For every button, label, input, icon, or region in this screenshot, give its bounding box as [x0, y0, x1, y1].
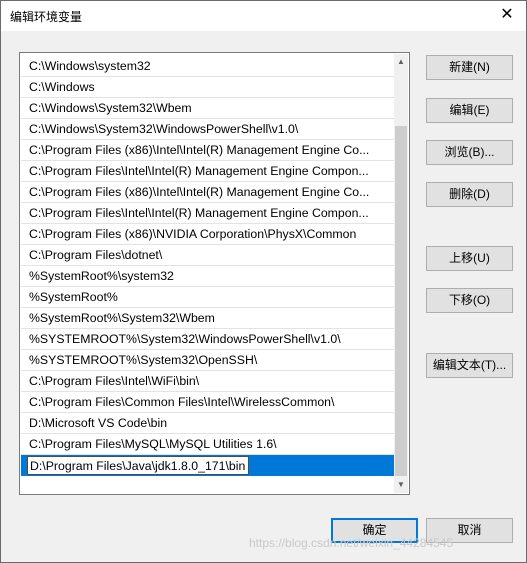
close-icon[interactable]: ✕ [496, 4, 518, 26]
path-list-item[interactable]: C:\Windows\system32 [21, 56, 396, 77]
path-list-item[interactable]: %SystemRoot% [21, 287, 396, 308]
path-list-item[interactable]: C:\Windows\System32\Wbem [21, 98, 396, 119]
path-list-item[interactable]: C:\Program Files (x86)\Intel\Intel(R) Ma… [21, 140, 396, 161]
path-list-item[interactable]: C:\Program Files (x86)\Intel\Intel(R) Ma… [21, 182, 396, 203]
new-button[interactable]: 新建(N) [426, 55, 513, 80]
path-list-item[interactable]: %SYSTEMROOT%\System32\OpenSSH\ [21, 350, 396, 371]
scroll-up-arrow-icon[interactable]: ▲ [394, 54, 408, 70]
vertical-scrollbar[interactable]: ▲ ▼ [394, 54, 408, 493]
path-rows: C:\Windows\system32 C:\Windows C:\Windows\… [21, 56, 396, 476]
delete-button[interactable]: 删除(D) [426, 182, 513, 207]
watermark: https://blog.csdn.net/weixin_44284545 [249, 536, 454, 550]
path-list[interactable]: C:\Windows\system32 C:\Windows C:\Windows\… [19, 52, 410, 495]
path-list-item[interactable]: %SYSTEMROOT%\System32\WindowsPowerShell\… [21, 329, 396, 350]
edit-button[interactable]: 编辑(E) [426, 98, 513, 123]
dialog-title: 编辑环境变量 [10, 10, 83, 24]
path-list-item[interactable]: %SystemRoot%\System32\Wbem [21, 308, 396, 329]
scrollbar-thumb[interactable] [395, 126, 407, 476]
edit-text-button[interactable]: 编辑文本(T)... [426, 353, 513, 378]
path-list-item[interactable]: C:\Program Files\Intel\WiFi\bin\ [21, 371, 396, 392]
path-list-item[interactable]: C:\Program Files\Intel\Intel(R) Manageme… [21, 203, 396, 224]
path-list-item[interactable]: %SystemRoot%\system32 [21, 266, 396, 287]
path-list-item[interactable]: C:\Program Files\Common Files\Intel\Wire… [21, 392, 396, 413]
scroll-down-arrow-icon[interactable]: ▼ [394, 477, 408, 493]
path-list-item[interactable]: D:\Microsoft VS Code\bin [21, 413, 396, 434]
path-list-item-editing[interactable]: D:\Program Files\Java\jdk1.8.0_171\bin [21, 455, 396, 476]
path-list-item[interactable]: C:\Windows\System32\WindowsPowerShell\v1… [21, 119, 396, 140]
move-up-button[interactable]: 上移(U) [426, 246, 513, 271]
path-list-item[interactable]: C:\Windows [21, 77, 396, 98]
path-edit-field[interactable]: D:\Program Files\Java\jdk1.8.0_171\bin [27, 456, 250, 475]
path-list-item[interactable]: C:\Program Files\Intel\Intel(R) Manageme… [21, 161, 396, 182]
browse-button[interactable]: 浏览(B)... [426, 140, 513, 165]
move-down-button[interactable]: 下移(O) [426, 288, 513, 313]
edit-env-variable-dialog: 编辑环境变量 ✕ C:\Windows\system32 C:\Windows C:… [0, 0, 527, 563]
path-list-item[interactable]: C:\Program Files\MySQL\MySQL Utilities 1… [21, 434, 396, 455]
path-list-item[interactable]: C:\Program Files (x86)\NVIDIA Corporatio… [21, 224, 396, 245]
title-bar: 编辑环境变量 ✕ [1, 1, 526, 31]
path-list-item[interactable]: C:\Program Files\dotnet\ [21, 245, 396, 266]
